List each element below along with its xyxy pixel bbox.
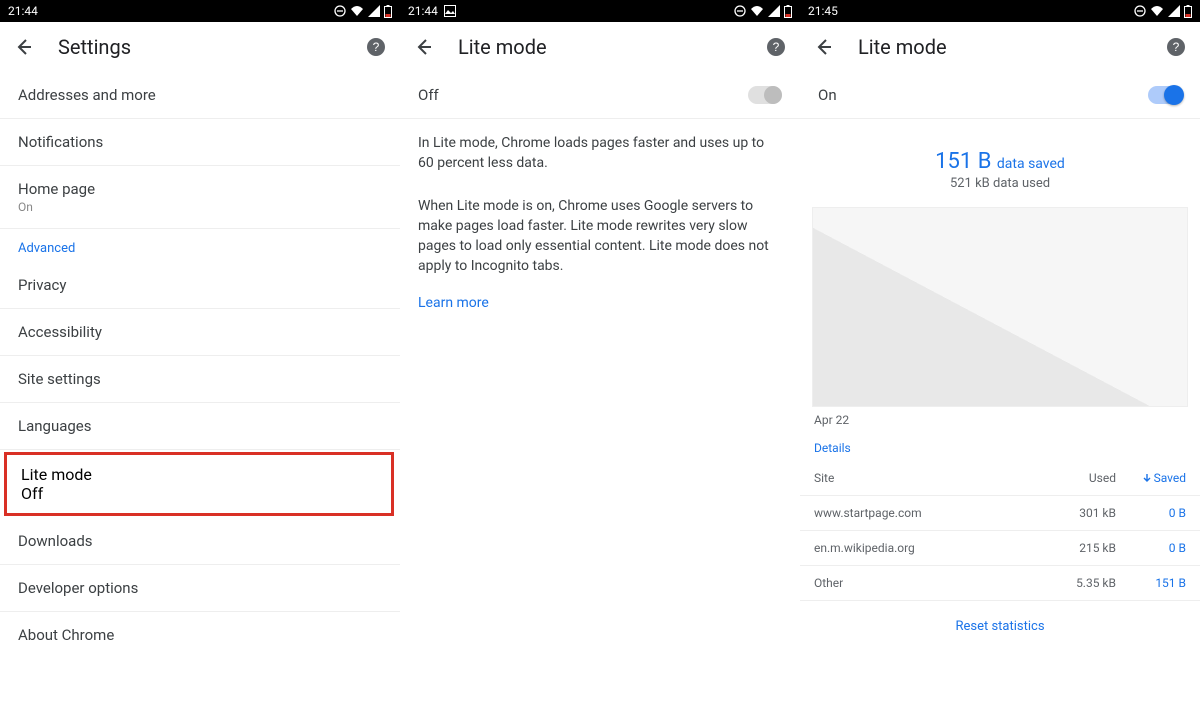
details-header: Details (800, 427, 1200, 461)
dnd-icon (1134, 5, 1146, 17)
help-icon[interactable]: ? (1166, 37, 1186, 57)
row-addresses[interactable]: Addresses and more (0, 72, 400, 119)
back-icon[interactable] (414, 37, 434, 57)
toggle-switch[interactable] (748, 86, 782, 104)
svg-text:?: ? (773, 40, 780, 54)
signal-icon (1168, 5, 1180, 17)
section-advanced: Advanced (0, 229, 400, 262)
learn-more-link[interactable]: Learn more (400, 285, 800, 321)
table-row[interactable]: en.m.wikipedia.org 215 kB 0 B (800, 531, 1200, 566)
status-bar: 21:44 (0, 0, 400, 22)
dnd-icon (334, 5, 346, 17)
row-about-chrome[interactable]: About Chrome (0, 612, 400, 658)
data-saved-value: 151 B (935, 149, 991, 174)
status-time: 21:44 (8, 4, 38, 18)
page-title: Lite mode (458, 35, 547, 59)
row-lite-mode[interactable]: Lite mode Off (4, 452, 394, 516)
row-homepage[interactable]: Home page On (0, 166, 400, 229)
status-time: 21:45 (808, 4, 838, 18)
image-icon (444, 5, 456, 17)
page-title: Lite mode (858, 35, 947, 59)
col-saved[interactable]: Saved (1116, 471, 1186, 485)
wifi-icon (350, 5, 364, 17)
col-used: Used (1036, 471, 1116, 485)
help-icon[interactable]: ? (766, 37, 786, 57)
app-bar: Lite mode ? (400, 22, 800, 72)
table-header: Site Used Saved (800, 461, 1200, 496)
status-time: 21:44 (408, 4, 438, 18)
wifi-icon (750, 5, 764, 17)
row-languages[interactable]: Languages (0, 403, 400, 450)
signal-icon (368, 5, 380, 17)
svg-text:?: ? (373, 40, 380, 54)
toggle-switch[interactable] (1148, 86, 1182, 104)
settings-list: Addresses and more Notifications Home pa… (0, 72, 400, 711)
toggle-label: Off (418, 86, 439, 104)
lite-mode-description-2: When Lite mode is on, Chrome uses Google… (400, 182, 800, 285)
screen-lite-mode-off: 21:44 Lite mode ? Off In Lite mode, Chro… (400, 0, 800, 711)
data-saved-label: data saved (997, 156, 1065, 172)
back-icon[interactable] (814, 37, 834, 57)
col-site: Site (814, 471, 1036, 485)
table-row[interactable]: www.startpage.com 301 kB 0 B (800, 496, 1200, 531)
battery-icon (784, 5, 792, 18)
row-notifications[interactable]: Notifications (0, 119, 400, 166)
dnd-icon (734, 5, 746, 17)
row-downloads[interactable]: Downloads (0, 518, 400, 565)
screen-lite-mode-on: 21:45 Lite mode ? On 151 B data saved 52… (800, 0, 1200, 711)
data-used-line: 521 kB data used (810, 176, 1190, 191)
toggle-label: On (818, 86, 837, 104)
status-bar: 21:44 (400, 0, 800, 22)
screen-settings: 21:44 Settings ? Addresses and more Noti… (0, 0, 400, 711)
chart-date: Apr 22 (800, 409, 1200, 427)
status-bar: 21:45 (800, 0, 1200, 22)
app-bar: Lite mode ? (800, 22, 1200, 72)
row-developer-options[interactable]: Developer options (0, 565, 400, 612)
row-site-settings[interactable]: Site settings (0, 356, 400, 403)
data-saved-summary: 151 B data saved 521 kB data used (800, 119, 1200, 201)
battery-icon (384, 5, 392, 18)
table-row[interactable]: Other 5.35 kB 151 B (800, 566, 1200, 601)
lite-mode-description-1: In Lite mode, Chrome loads pages faster … (400, 119, 800, 182)
battery-icon (1184, 5, 1192, 18)
row-privacy[interactable]: Privacy (0, 262, 400, 309)
usage-chart (812, 207, 1188, 407)
reset-statistics-button[interactable]: Reset statistics (800, 601, 1200, 644)
wifi-icon (1150, 5, 1164, 17)
app-bar: Settings ? (0, 22, 400, 72)
row-accessibility[interactable]: Accessibility (0, 309, 400, 356)
svg-text:?: ? (1173, 40, 1180, 54)
back-icon[interactable] (14, 37, 34, 57)
help-icon[interactable]: ? (366, 37, 386, 57)
lite-mode-toggle-row[interactable]: Off (400, 72, 800, 119)
arrow-down-icon (1142, 473, 1152, 483)
lite-mode-toggle-row[interactable]: On (800, 72, 1200, 119)
page-title: Settings (58, 35, 131, 59)
signal-icon (768, 5, 780, 17)
